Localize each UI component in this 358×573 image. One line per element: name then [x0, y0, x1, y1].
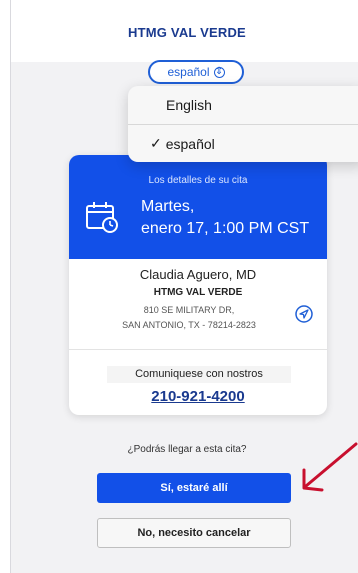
phone-link[interactable]: 210-921-4200: [69, 388, 327, 405]
calendar-icon: [86, 202, 118, 233]
annotation-arrow: [302, 442, 358, 492]
language-option-label: English: [166, 97, 212, 113]
brand-title: HTMG VAL VERDE: [128, 25, 246, 40]
appointment-subtitle: Los detalles de su cita: [148, 175, 248, 186]
appointment-header: Los detalles de su cita Martes, enero 17…: [69, 155, 327, 259]
language-option-english[interactable]: English: [128, 86, 358, 124]
navigation-icon[interactable]: [295, 305, 313, 323]
language-selector[interactable]: español ⇕: [148, 60, 244, 84]
top-bar: HTMG VAL VERDE: [11, 0, 358, 62]
doctor-name: Claudia Aguero, MD: [139, 267, 257, 282]
address-line1: 810 SE MILITARY DR,: [143, 305, 235, 315]
language-current: español: [167, 65, 210, 79]
appointment-datetime: enero 17, 1:00 PM CST: [141, 220, 310, 237]
divider: [69, 349, 327, 350]
cancel-appointment-button[interactable]: No, necesito cancelar: [97, 518, 291, 548]
language-option-espanol[interactable]: ✓ español: [128, 124, 358, 162]
chevron-updown-icon: ⇕: [213, 66, 225, 78]
language-dropdown: English ✓ español: [128, 86, 358, 162]
confirm-yes-button[interactable]: Sí, estaré allí: [97, 473, 291, 503]
appointment-day: Martes,: [141, 198, 195, 215]
language-option-label: español: [165, 135, 215, 152]
appointment-card: Los detalles de su cita Martes, enero 17…: [69, 155, 327, 415]
clinic-name: HTMG VAL VERDE: [153, 287, 243, 298]
appointment-body: Claudia Aguero, MD HTMG VAL VERDE 810 SE…: [69, 259, 327, 415]
contact-label: Comuniquese con nostros: [107, 366, 291, 383]
address-line2: SAN ANTONIO, TX - 78214-2823: [122, 320, 256, 330]
checkmark-icon: ✓: [150, 135, 162, 151]
